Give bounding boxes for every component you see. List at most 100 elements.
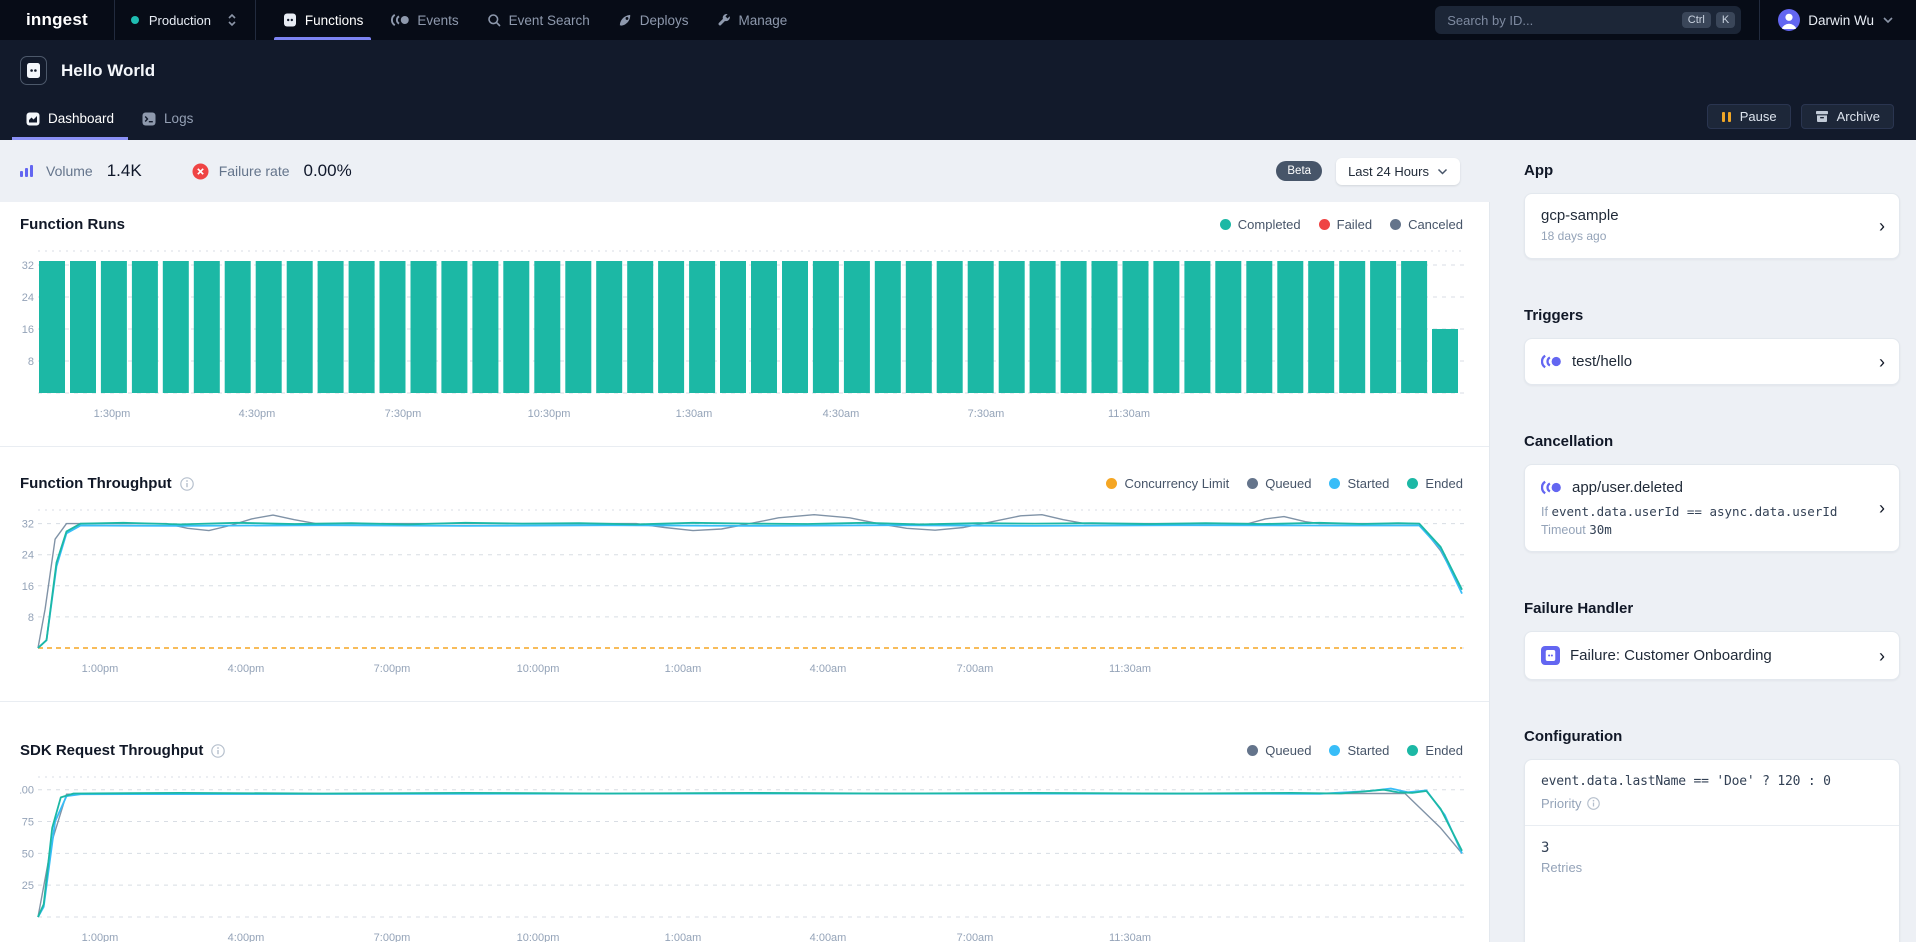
inngest-logo[interactable]: inngest <box>0 0 114 40</box>
function-throughput-section: Function Throughput Concurrency LimitQue… <box>0 446 1489 701</box>
configuration-card[interactable]: event.data.lastName == 'Doe' ? 120 : 0 P… <box>1524 759 1900 942</box>
svg-text:32: 32 <box>22 519 34 531</box>
dashboard-icon <box>26 112 40 126</box>
function-header: Hello World Pause Archive Dashboard <box>0 40 1916 140</box>
pause-label: Pause <box>1740 109 1777 124</box>
failure-function-icon <box>1541 646 1560 665</box>
nav-tab-label: Deploys <box>640 13 689 28</box>
tab-logs[interactable]: Logs <box>128 111 207 140</box>
cancellation-event: app/user.deleted <box>1572 479 1683 496</box>
nav-tab-label: Functions <box>305 13 364 28</box>
svg-text:16: 16 <box>22 324 34 336</box>
divider <box>1525 825 1899 826</box>
function-runs-x-axis: 1:30pm4:30pm7:30pm10:30pm1:30am4:30am7:3… <box>20 408 1463 428</box>
environment-label: Production <box>149 13 215 28</box>
volume-label: Volume <box>46 163 93 179</box>
app-heading: App <box>1524 162 1900 179</box>
info-icon[interactable] <box>180 477 194 491</box>
environment-status-dot <box>131 16 139 24</box>
chevron-right-icon: › <box>1879 217 1885 235</box>
svg-text:16: 16 <box>22 581 34 593</box>
volume-bars-icon <box>18 163 36 179</box>
svg-text:24: 24 <box>22 550 34 562</box>
functions-icon <box>282 12 298 28</box>
page-title: Hello World <box>61 61 155 81</box>
retries-value: 3 <box>1541 840 1883 856</box>
sdk-throughput-legend: Queued Started Ended <box>1247 743 1463 758</box>
logs-icon <box>142 112 156 126</box>
legend-item: Queued <box>1247 743 1311 758</box>
search-input[interactable]: Search by ID... Ctrl K <box>1435 6 1741 34</box>
function-runs-title: Function Runs <box>20 216 125 233</box>
function-icon <box>20 56 47 85</box>
legend-item: Ended <box>1407 743 1463 758</box>
trigger-card[interactable]: test/hello › <box>1524 338 1900 385</box>
function-throughput-x-axis: 1:00pm4:00pm7:00pm10:00pm1:00am4:00am7:0… <box>20 663 1463 683</box>
details-sidebar: App gcp-sample 18 days ago › Triggers te… <box>1490 140 1916 942</box>
svg-text:50: 50 <box>22 848 34 860</box>
event-icon <box>1541 354 1562 369</box>
events-icon <box>391 13 410 27</box>
nav-tab-functions[interactable]: Functions <box>268 0 378 40</box>
wrench-icon <box>717 13 732 28</box>
search-icon <box>487 13 502 28</box>
search-placeholder: Search by ID... <box>1447 13 1677 28</box>
top-nav: inngest Production Functions Events <box>0 0 1916 40</box>
volume-value: 1.4K <box>107 161 142 181</box>
function-runs-chart[interactable]: 8162432 <box>20 247 1463 404</box>
trigger-name: test/hello <box>1572 353 1632 370</box>
legend-item: Started <box>1329 476 1389 491</box>
app-name: gcp-sample <box>1541 207 1883 224</box>
user-menu[interactable]: Darwin Wu <box>1759 0 1894 40</box>
nav-tab-event-search[interactable]: Event Search <box>473 0 604 40</box>
tab-logs-label: Logs <box>164 111 193 126</box>
function-tabs: Dashboard Logs <box>0 111 207 140</box>
chevron-right-icon: › <box>1879 499 1885 517</box>
tab-dashboard[interactable]: Dashboard <box>12 111 128 140</box>
failure-handler-heading: Failure Handler <box>1524 600 1900 617</box>
archive-button[interactable]: Archive <box>1801 104 1894 129</box>
up-down-chevron-icon <box>225 12 239 28</box>
kbd-k: K <box>1716 12 1735 28</box>
legend-item: Ended <box>1407 476 1463 491</box>
environment-switcher[interactable]: Production <box>114 0 256 40</box>
nav-tab-events[interactable]: Events <box>377 0 472 40</box>
info-icon[interactable] <box>211 744 225 758</box>
failure-rate-stat: Failure rate 0.00% <box>192 161 352 181</box>
svg-text:100: 100 <box>20 785 34 797</box>
svg-text:8: 8 <box>28 612 34 624</box>
rocket-icon <box>618 13 633 28</box>
failure-handler-card[interactable]: Failure: Customer Onboarding › <box>1524 631 1900 680</box>
chevron-right-icon: › <box>1879 353 1885 371</box>
sdk-throughput-chart[interactable]: 255075100 <box>20 773 1463 928</box>
failure-handler-name: Failure: Customer Onboarding <box>1570 647 1772 664</box>
priority-label: Priority <box>1541 796 1883 811</box>
svg-text:24: 24 <box>22 292 34 304</box>
failure-rate-label: Failure rate <box>219 163 290 179</box>
cancellation-heading: Cancellation <box>1524 433 1900 450</box>
user-name: Darwin Wu <box>1808 13 1874 28</box>
function-throughput-chart[interactable]: 8 16 24 32 <box>20 506 1463 659</box>
cancellation-timeout: Timeout 30m <box>1541 522 1883 537</box>
legend-item: Completed <box>1220 217 1301 232</box>
nav-tabs: Functions Events Event Search Deploys <box>268 0 801 40</box>
tab-dashboard-label: Dashboard <box>48 111 114 126</box>
nav-right: Search by ID... Ctrl K Darwin Wu <box>1435 0 1916 40</box>
time-range-dropdown[interactable]: Last 24 Hours <box>1336 158 1460 185</box>
svg-text:75: 75 <box>22 817 34 829</box>
app-card[interactable]: gcp-sample 18 days ago › <box>1524 193 1900 259</box>
retries-label: Retries <box>1541 860 1883 875</box>
info-icon[interactable] <box>1587 797 1600 810</box>
priority-expression: event.data.lastName == 'Doe' ? 120 : 0 <box>1541 774 1883 789</box>
cancellation-card[interactable]: app/user.deleted If event.data.userId ==… <box>1524 464 1900 552</box>
archive-label: Archive <box>1837 109 1880 124</box>
time-range-label: Last 24 Hours <box>1348 164 1429 179</box>
chevron-down-icon <box>1437 168 1448 175</box>
beta-badge: Beta <box>1276 161 1322 181</box>
nav-tab-manage[interactable]: Manage <box>703 0 802 40</box>
nav-tab-deploys[interactable]: Deploys <box>604 0 703 40</box>
configuration-heading: Configuration <box>1524 728 1900 745</box>
pause-button[interactable]: Pause <box>1707 104 1791 129</box>
legend-item: Started <box>1329 743 1389 758</box>
charts-panel: Function Runs CompletedFailedCanceled 81… <box>0 202 1490 942</box>
